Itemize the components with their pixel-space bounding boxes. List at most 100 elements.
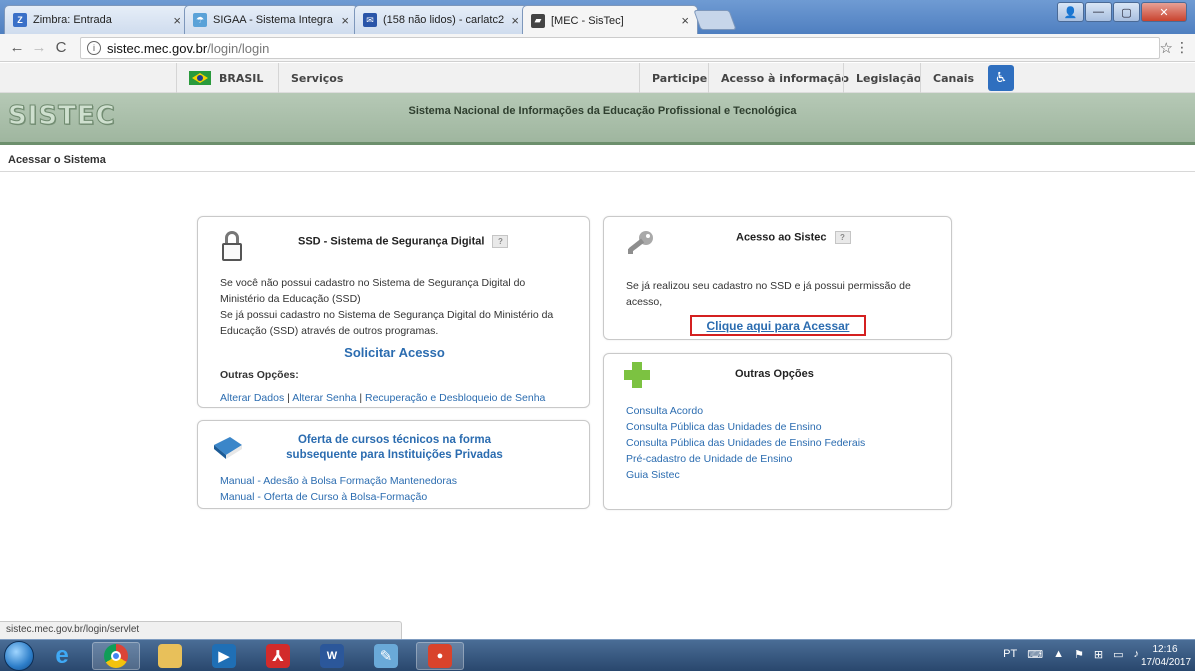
minimize-button[interactable]: — [1085,2,1112,22]
keyboard-icon[interactable]: ⌨ [1027,648,1043,661]
key-icon [628,231,653,254]
access-link-highlight: Clique aqui para Acessar [690,315,866,336]
tab-close-icon[interactable]: × [681,13,689,28]
oferta-title-line-1: Oferta de cursos técnicos na forma [297,434,491,446]
acesso-title: Acesso ao Sistec? [736,231,851,244]
acesso-informacao-label: Acesso à informação [721,71,849,85]
browser-toolbar: ← → C i sistec.mec.gov.br/login/login ☆ … [0,34,1195,62]
oferta-panel: Oferta de cursos técnicos na forma subse… [197,420,590,509]
tab-title: SIGAA - Sistema Integra [213,14,333,26]
servicos-link[interactable]: Serviços [278,63,633,93]
flag-icon[interactable]: ⚑ [1074,648,1084,661]
government-bar: BRASIL Serviços Participe Acesso à infor… [0,63,1195,93]
taskbar-word-icon[interactable]: W [308,642,356,670]
padlock-icon [222,231,242,261]
taskbar-screen-recorder-icon[interactable]: ● [416,642,464,670]
clock-date: 17/04/2017 [1141,657,1192,668]
canais-link[interactable]: Canais [920,63,986,93]
legislacao-label: Legislação [856,71,922,85]
ssd-title: SSD - Sistema de Segurança Digital? [298,235,509,248]
tab-close-icon[interactable]: × [173,13,181,28]
tab-close-icon[interactable]: × [511,13,519,28]
accessibility-icon[interactable]: ♿ [988,65,1014,91]
outras-opcoes-links: Consulta Acordo Consulta Pública das Uni… [626,403,865,483]
oferta-title-line-2: subsequente para Instituições Privadas [286,449,503,461]
ssd-line-4: Educação (SSD) através de outros program… [220,325,439,337]
recuperacao-senha-link[interactable]: Recuperação e Desbloqueio de Senha [365,392,545,404]
acesso-title-text: Acesso ao Sistec [736,231,827,244]
help-icon[interactable]: ? [834,231,851,244]
ssd-options-links: Alterar Dados | Alterar Senha | Recupera… [220,390,545,406]
mec-icon: ▰ [531,13,545,28]
forward-arrow-icon[interactable]: → [28,39,50,56]
acesso-informacao-link[interactable]: Acesso à informação [708,63,861,93]
plus-icon [624,362,650,388]
servicos-label: Serviços [291,71,344,85]
tab-title: Zimbra: Entrada [33,14,112,26]
taskbar-folder-icon[interactable] [146,642,194,670]
zimbra-icon: Z [13,13,27,27]
system-subtitle: Sistema Nacional de Informações da Educa… [408,105,797,117]
consulta-publica-federais-link[interactable]: Consulta Pública das Unidades de Ensino … [626,437,865,449]
manual-oferta-link[interactable]: Manual - Oferta de Curso à Bolsa-Formaçã… [220,491,427,503]
start-button-icon[interactable] [4,641,34,671]
taskbar-pdf-icon[interactable]: ⅄ [254,642,302,670]
user-icon[interactable]: 👤 [1057,2,1084,22]
acesso-panel: Acesso ao Sistec? Se já realizou seu cad… [603,216,952,340]
outras-opcoes-label: Outras Opções: [220,369,299,381]
address-bar[interactable]: i sistec.mec.gov.br/login/login [80,37,1160,59]
language-indicator[interactable]: PT [1003,648,1017,661]
taskbar-clock[interactable]: 12:16 17/04/2017 [1141,643,1192,669]
back-arrow-icon[interactable]: ← [6,39,28,56]
window-controls: 👤 — ▢ ✕ [1057,2,1187,22]
taskbar-ie-icon[interactable]: e [38,642,86,670]
ssd-line-2: Ministério da Educação (SSD) [220,293,361,305]
taskbar-paint-icon[interactable]: ✎ [362,642,410,670]
bookmark-star-icon[interactable]: ☆ [1160,39,1173,57]
solicitar-acesso-link[interactable]: Solicitar Acesso [344,345,445,360]
tab-close-icon[interactable]: × [341,13,349,28]
tab-mail[interactable]: ✉ (158 não lidos) - carlatc2 × [354,5,528,34]
taskbar-chrome-icon[interactable] [92,642,140,670]
info-icon[interactable]: i [87,41,101,55]
ssd-description: Se você não possui cadastro no Sistema d… [220,275,580,339]
link-separator: | [359,392,363,404]
manual-adesao-link[interactable]: Manual - Adesão à Bolsa Formação Mantene… [220,475,457,487]
address-host: sistec.mec.gov.br [107,40,208,56]
brasil-link[interactable]: BRASIL [176,63,278,93]
oferta-title: Oferta de cursos técnicos na forma subse… [198,433,591,463]
canais-label: Canais [933,71,975,85]
tab-mec-sistec[interactable]: ▰ [MEC - SisTec] × [522,5,698,35]
display-icon[interactable]: ▭ [1113,648,1123,661]
tab-title: (158 não lidos) - carlatc2 [383,14,505,26]
alterar-dados-link[interactable]: Alterar Dados [220,392,284,404]
outras-opcoes-title: Outras Opções [735,368,814,380]
consulta-publica-unidades-link[interactable]: Consulta Pública das Unidades de Ensino [626,421,822,433]
clique-aqui-acessar-link[interactable]: Clique aqui para Acessar [707,319,850,333]
sigaa-icon: ☂ [193,13,207,27]
help-icon[interactable]: ? [492,235,509,248]
tray-arrow-icon[interactable]: ▲ [1053,648,1064,661]
new-tab-button[interactable] [693,10,737,30]
close-window-button[interactable]: ✕ [1141,2,1187,22]
pre-cadastro-link[interactable]: Pré-cadastro de Unidade de Ensino [626,453,792,465]
acesso-line-2: acesso, [626,296,663,308]
sistec-header: SISTEC Sistema Nacional de Informações d… [0,93,1195,145]
tab-zimbra[interactable]: Z Zimbra: Entrada × [4,5,190,34]
guia-sistec-link[interactable]: Guia Sistec [626,469,680,481]
reload-icon[interactable]: C [50,39,72,56]
network-icon[interactable]: ⊞ [1094,648,1103,661]
tab-title: [MEC - SisTec] [551,14,624,27]
consulta-acordo-link[interactable]: Consulta Acordo [626,405,703,417]
menu-kebab-icon[interactable]: ⋮ [1175,39,1189,56]
ssd-line-1: Se você não possui cadastro no Sistema d… [220,277,526,289]
outras-opcoes-panel: Outras Opções Consulta Acordo Consulta P… [603,353,952,510]
taskbar-media-icon[interactable]: ▶ [200,642,248,670]
volume-icon[interactable]: ♪ [1134,648,1140,661]
maximize-button[interactable]: ▢ [1113,2,1140,22]
tab-sigaa[interactable]: ☂ SIGAA - Sistema Integra × [184,5,358,34]
address-path: /login/login [207,40,270,56]
link-separator: | [287,392,290,404]
alterar-senha-link[interactable]: Alterar Senha [292,392,356,404]
oferta-links: Manual - Adesão à Bolsa Formação Mantene… [220,473,457,505]
